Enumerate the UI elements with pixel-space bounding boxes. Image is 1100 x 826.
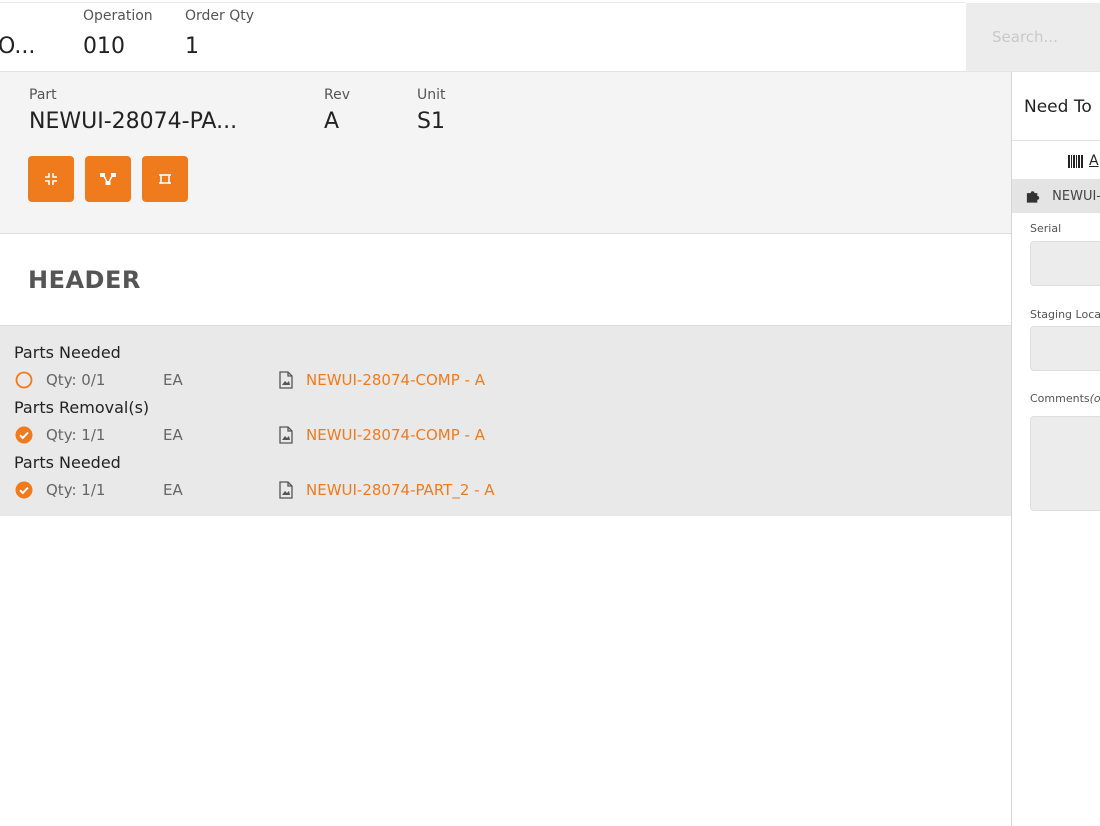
qty-text: Qty: 1/1 xyxy=(46,481,106,499)
barcode-tab[interactable]: A xyxy=(1068,152,1099,170)
comments-label: Comments(op xyxy=(1030,392,1100,405)
right-panel-title: Need To xyxy=(1024,97,1092,117)
comments-optional-text: (op xyxy=(1089,392,1100,405)
comments-label-text: Comments xyxy=(1030,392,1090,405)
order-field: O... xyxy=(0,34,35,60)
unit-value: S1 xyxy=(417,109,445,134)
section-title: HEADER xyxy=(28,266,141,294)
uom-text: EA xyxy=(163,481,183,499)
qty-text: Qty: 0/1 xyxy=(46,371,106,389)
puzzle-icon xyxy=(1026,191,1040,203)
serial-input[interactable] xyxy=(1030,241,1100,286)
part-row: Qty: 1/1 EA NEWUI-28074-PART_2 - A xyxy=(14,480,714,500)
qty-text: Qty: 1/1 xyxy=(46,426,106,444)
unit-label: Unit xyxy=(417,87,446,103)
part-link[interactable]: NEWUI-28074-PART_2 - A xyxy=(306,481,495,499)
image-file-icon xyxy=(279,426,293,444)
rev-field: Rev A xyxy=(324,87,350,135)
part-field: Part NEWUI-28074-PA... xyxy=(29,87,237,135)
uom-text: EA xyxy=(163,371,183,389)
group-title: Parts Needed xyxy=(14,453,121,472)
operation-value: 010 xyxy=(83,34,125,59)
frame-button[interactable] xyxy=(142,156,188,202)
uom-text: EA xyxy=(163,426,183,444)
image-file-icon xyxy=(279,481,293,499)
operation-label: Operation xyxy=(83,8,153,24)
hierarchy-button[interactable] xyxy=(85,156,131,202)
order-qty-label: Order Qty xyxy=(185,8,255,24)
staging-location-input[interactable] xyxy=(1030,326,1100,371)
order-qty-field: Order Qty 1 xyxy=(185,8,254,60)
pending-circle-icon xyxy=(15,371,33,389)
part-list-item[interactable]: NEWUI- xyxy=(1012,179,1100,213)
image-file-icon xyxy=(279,371,293,389)
order-qty-value: 1 xyxy=(185,34,199,59)
part-row: Qty: 0/1 EA NEWUI-28074-COMP - A xyxy=(14,370,714,390)
check-circle-icon xyxy=(15,426,33,444)
group-title: Parts Removal(s) xyxy=(14,398,150,417)
right-panel: Need To A NEWUI- Serial Staging Locat Co… xyxy=(1011,72,1100,826)
comments-textarea[interactable] xyxy=(1030,416,1100,511)
barcode-tab-label: A xyxy=(1089,153,1099,169)
unit-field: Unit S1 xyxy=(417,87,446,135)
frame-icon xyxy=(159,174,171,184)
part-row: Qty: 1/1 EA NEWUI-28074-COMP - A xyxy=(14,425,714,445)
part-link[interactable]: NEWUI-28074-COMP - A xyxy=(306,371,485,389)
collapse-icon xyxy=(45,173,57,185)
top-bar: O... Operation 010 Order Qty 1 xyxy=(0,0,1100,72)
hierarchy-icon xyxy=(100,173,116,185)
search-input[interactable] xyxy=(966,3,1100,71)
part-label: Part xyxy=(29,87,57,103)
order-value: O... xyxy=(0,34,36,59)
group-title: Parts Needed xyxy=(14,343,121,362)
check-circle-icon xyxy=(15,481,33,499)
rev-label: Rev xyxy=(324,87,350,103)
rev-value: A xyxy=(324,109,340,134)
right-panel-divider xyxy=(1012,140,1100,141)
barcode-icon xyxy=(1068,154,1083,168)
part-value: NEWUI-28074-PA... xyxy=(29,109,238,134)
part-panel: Part NEWUI-28074-PA... Rev A Unit S1 xyxy=(0,72,1011,234)
serial-label: Serial xyxy=(1030,222,1062,235)
part-link[interactable]: NEWUI-28074-COMP - A xyxy=(306,426,485,444)
top-edge-line xyxy=(0,2,966,3)
part-list-item-label: NEWUI- xyxy=(1052,188,1100,204)
parts-list: Parts Needed Qty: 0/1 EA NEWUI-28074-COM… xyxy=(0,325,1011,516)
staging-location-label: Staging Locat xyxy=(1030,308,1100,321)
collapse-button[interactable] xyxy=(28,156,74,202)
operation-field: Operation 010 xyxy=(83,8,153,60)
